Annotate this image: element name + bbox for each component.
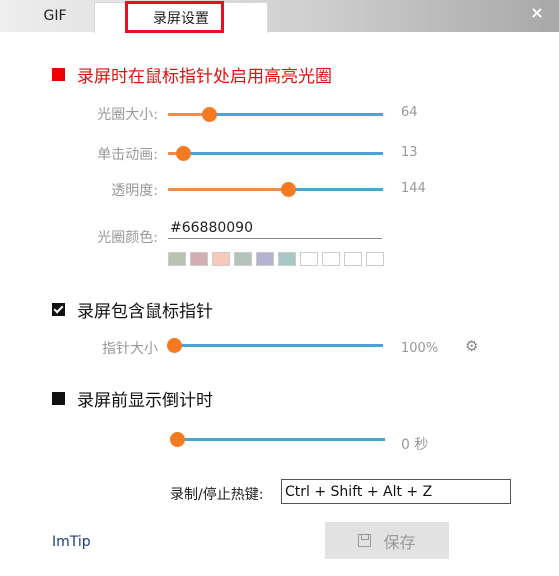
slider-track: [177, 438, 385, 441]
imtip-link[interactable]: ImTip: [52, 534, 91, 550]
hotkey-label: 录制/停止热键:: [170, 487, 264, 503]
halo-color-label: 光圈颜色:: [97, 230, 158, 246]
slider-track: [168, 152, 383, 155]
slider-thumb[interactable]: [201, 107, 217, 122]
include-cursor-checkbox[interactable]: [52, 303, 65, 316]
save-label: 保存: [383, 532, 416, 552]
click-animation-slider[interactable]: [168, 146, 383, 162]
opacity-value: 144: [401, 181, 426, 196]
slider-thumb[interactable]: [281, 182, 297, 197]
color-swatch[interactable]: [300, 252, 318, 266]
cursor-size-label: 指针大小: [102, 341, 158, 357]
countdown-slider[interactable]: [170, 432, 385, 448]
halo-size-value: 64: [401, 105, 418, 120]
cursor-title-text: 录屏包含鼠标指针: [77, 302, 213, 322]
slider-thumb[interactable]: [170, 432, 185, 447]
click-animation-value: 13: [401, 145, 418, 160]
countdown-section-title[interactable]: 录屏前显示倒计时: [52, 386, 213, 411]
slider-track: [174, 344, 383, 347]
save-button[interactable]: 保存: [325, 522, 449, 559]
countdown-value: 0 秒: [401, 437, 429, 453]
cursor-size-slider[interactable]: [167, 338, 383, 354]
click-animation-label: 单击动画:: [97, 147, 158, 163]
close-icon[interactable]: ×: [529, 5, 545, 21]
tab-gif[interactable]: GIF: [14, 0, 96, 32]
gear-icon[interactable]: ⚙: [465, 338, 481, 354]
tab-gif-label: GIF: [43, 8, 67, 24]
countdown-enabled-indicator[interactable]: [52, 392, 65, 405]
slider-thumb[interactable]: [176, 146, 192, 161]
save-icon: [358, 534, 372, 547]
tab-highlight-box: [125, 1, 224, 33]
slider-fill: [168, 188, 289, 191]
countdown-title-text: 录屏前显示倒计时: [77, 391, 213, 411]
color-swatch[interactable]: [234, 252, 252, 266]
color-swatch[interactable]: [168, 252, 186, 266]
color-swatch[interactable]: [366, 252, 384, 266]
color-swatch[interactable]: [278, 252, 296, 266]
color-swatch[interactable]: [322, 252, 340, 266]
color-swatch[interactable]: [344, 252, 362, 266]
halo-color-input[interactable]: [168, 217, 382, 239]
color-swatches: [168, 252, 388, 266]
cursor-size-value: 100%: [401, 341, 439, 356]
opacity-slider[interactable]: [168, 182, 383, 198]
color-swatch[interactable]: [190, 252, 208, 266]
cursor-section-title[interactable]: 录屏包含鼠标指针: [52, 297, 213, 322]
hotkey-input[interactable]: [281, 479, 511, 504]
opacity-label: 透明度:: [111, 183, 158, 199]
halo-size-label: 光圈大小:: [97, 107, 158, 123]
color-swatch[interactable]: [256, 252, 274, 266]
halo-title-text: 录屏时在鼠标指针处启用高亮光圈: [77, 67, 332, 87]
halo-section-title[interactable]: 录屏时在鼠标指针处启用高亮光圈: [52, 62, 332, 87]
halo-size-slider[interactable]: [168, 107, 383, 123]
color-swatch[interactable]: [212, 252, 230, 266]
title-bar: GIF 录屏设置 ×: [0, 0, 559, 33]
slider-thumb[interactable]: [167, 338, 182, 353]
halo-enabled-indicator[interactable]: [52, 68, 65, 81]
